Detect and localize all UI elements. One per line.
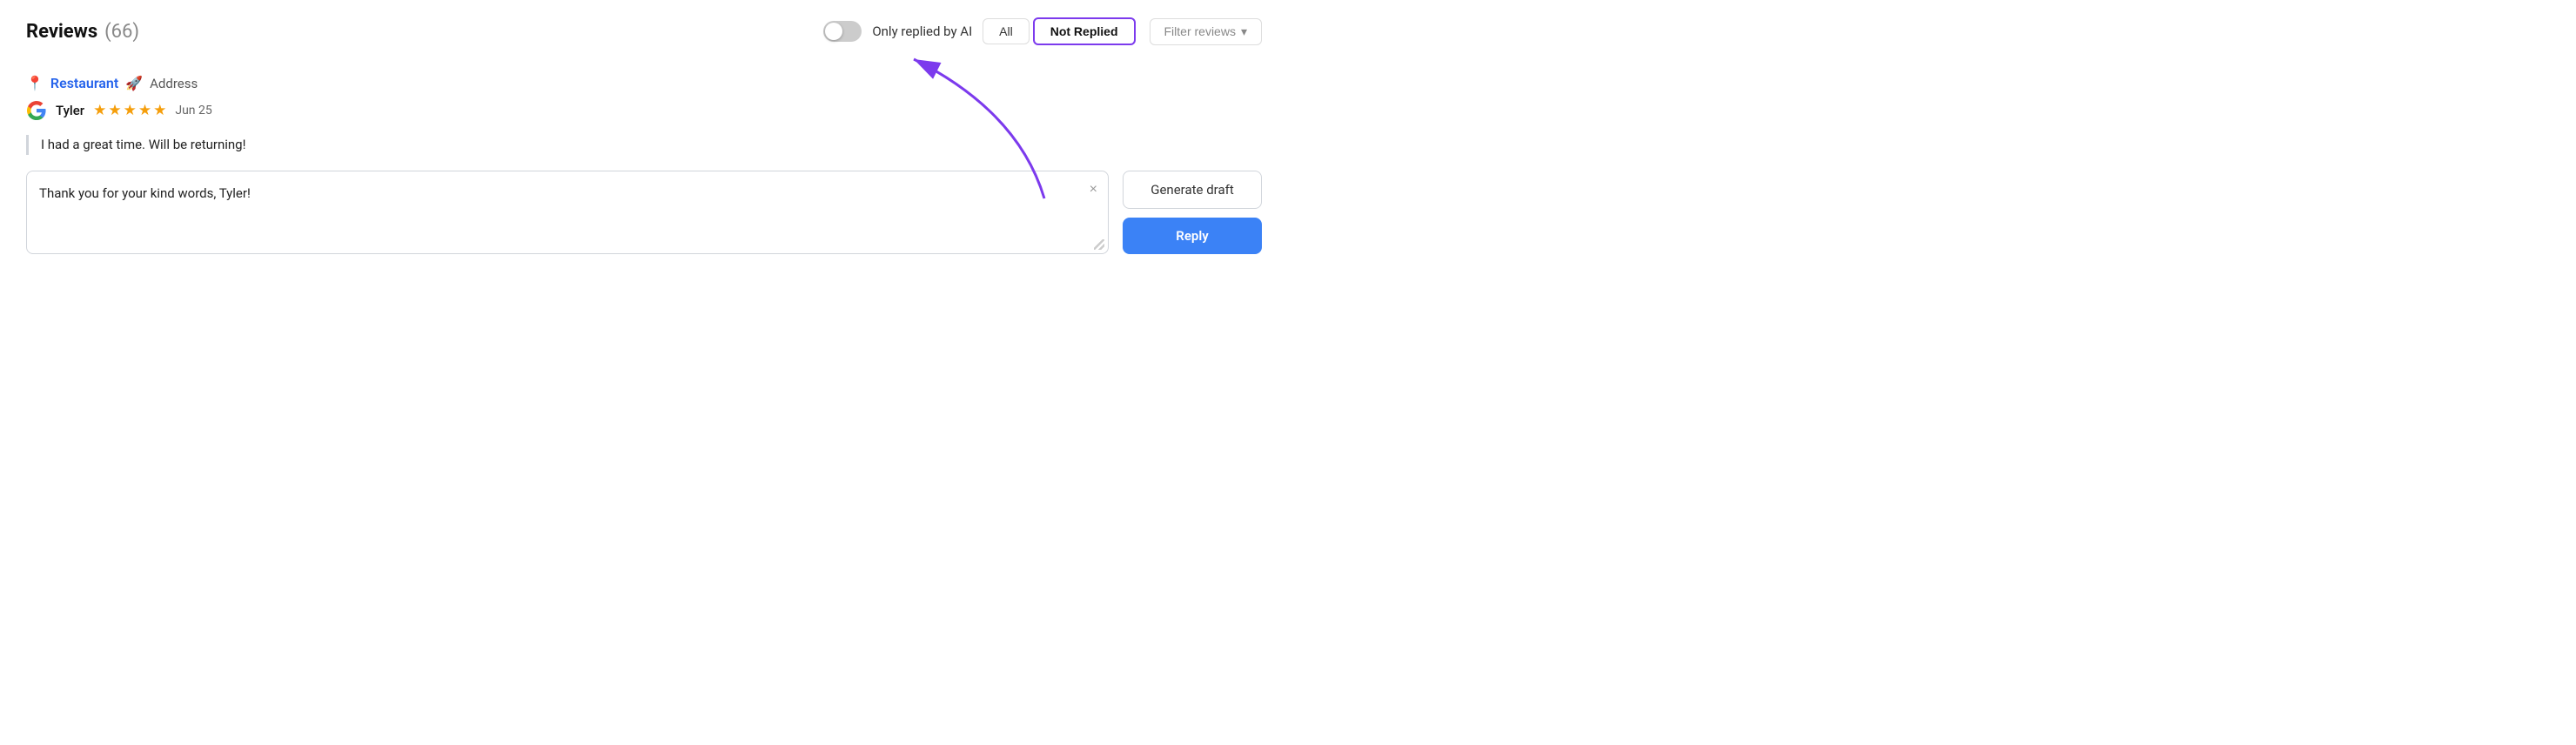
google-icon bbox=[26, 100, 47, 121]
header-right: Only replied by AI All Not Replied Filte… bbox=[823, 17, 1262, 45]
review-text-block: I had a great time. Will be returning! bbox=[26, 135, 1262, 155]
clear-reply-button[interactable]: × bbox=[1090, 182, 1097, 198]
filter-reviews-button[interactable]: Filter reviews ▾ bbox=[1150, 18, 1263, 45]
star-2: ★ bbox=[108, 102, 121, 119]
page-title: Reviews bbox=[26, 21, 97, 43]
review-date: Jun 25 bbox=[175, 104, 211, 117]
reviews-count: (66) bbox=[104, 21, 139, 43]
ai-replied-label: Only replied by AI bbox=[872, 23, 972, 39]
reply-button[interactable]: Reply bbox=[1123, 218, 1262, 254]
filter-group: All Not Replied bbox=[983, 17, 1138, 45]
reply-textarea-wrapper: × bbox=[26, 171, 1109, 254]
reply-area: × Generate draft Reply bbox=[26, 171, 1262, 254]
reviewer-row: Tyler ★ ★ ★ ★ ★ Jun 25 bbox=[26, 100, 1262, 121]
ai-replied-toggle[interactable] bbox=[823, 21, 862, 42]
generate-draft-button[interactable]: Generate draft bbox=[1123, 171, 1262, 209]
review-text: I had a great time. Will be returning! bbox=[41, 135, 1262, 155]
location-pin-icon: 📍 bbox=[26, 75, 44, 91]
restaurant-address: Address bbox=[150, 76, 198, 91]
header-left: Reviews (66) bbox=[26, 21, 139, 43]
chevron-down-icon: ▾ bbox=[1241, 24, 1247, 39]
filter-all-button[interactable]: All bbox=[983, 18, 1030, 44]
reply-textarea[interactable] bbox=[27, 171, 1108, 250]
filter-not-replied-button[interactable]: Not Replied bbox=[1033, 17, 1136, 45]
star-5: ★ bbox=[153, 102, 166, 119]
action-buttons: Generate draft Reply bbox=[1123, 171, 1262, 254]
star-1: ★ bbox=[93, 102, 106, 119]
review-section: 📍 Restaurant 🚀 Address Tyler ★ ★ ★ ★ ★ J… bbox=[26, 66, 1262, 263]
resize-handle bbox=[1094, 239, 1104, 250]
star-rating: ★ ★ ★ ★ ★ bbox=[93, 102, 166, 119]
reviewer-name: Tyler bbox=[56, 103, 84, 118]
restaurant-emoji: 🚀 bbox=[125, 75, 143, 91]
page-header: Reviews (66) Only replied by AI All Not … bbox=[26, 17, 1262, 45]
star-4: ★ bbox=[138, 102, 151, 119]
filter-reviews-label: Filter reviews bbox=[1164, 24, 1236, 38]
star-3: ★ bbox=[124, 102, 137, 119]
restaurant-row: 📍 Restaurant 🚀 Address bbox=[26, 75, 1262, 91]
restaurant-name: Restaurant bbox=[50, 75, 118, 91]
